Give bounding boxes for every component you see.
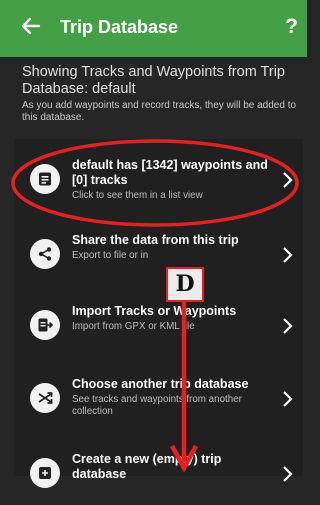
- choose-database-item[interactable]: Choose another trip database See tracks …: [14, 366, 303, 430]
- shuffle-icon: [30, 383, 60, 413]
- help-icon[interactable]: ?: [285, 15, 298, 39]
- options-card: default has [1342] waypoints and [0] tra…: [14, 139, 303, 488]
- chevron-right-icon: [283, 318, 293, 334]
- annotation-label-box: D: [166, 267, 204, 302]
- list-icon: [30, 164, 60, 194]
- create-database-item[interactable]: Create a new (empty) trip database: [14, 441, 303, 505]
- info-subtext: As you add waypoints and record tracks, …: [22, 100, 297, 123]
- item-title: default has [1342] waypoints and [0] tra…: [72, 158, 268, 187]
- share-data-item[interactable]: Share the data from this trip Export to …: [14, 222, 303, 286]
- import-item[interactable]: Import Tracks or Waypoints Import from G…: [14, 293, 303, 357]
- add-icon: [30, 458, 60, 488]
- chevron-right-icon: [283, 247, 293, 263]
- item-title: Create a new (empty) trip database: [72, 452, 222, 481]
- item-subtitle: Export to file or in: [72, 250, 149, 261]
- database-info: Showing Tracks and Waypoints from Trip D…: [22, 64, 304, 124]
- app-bar: Trip Database ?: [0, 0, 307, 57]
- item-title: Share the data from this trip: [72, 233, 239, 247]
- import-icon: [30, 310, 60, 340]
- back-arrow-icon[interactable]: [19, 14, 43, 38]
- item-title: Import Tracks or Waypoints: [72, 304, 237, 318]
- item-subtitle: Click to see them in a list view: [72, 190, 203, 201]
- list-waypoints-item[interactable]: default has [1342] waypoints and [0] tra…: [14, 147, 303, 211]
- chevron-right-icon: [283, 466, 293, 482]
- item-subtitle: See tracks and waypoints from another co…: [72, 394, 242, 417]
- chevron-right-icon: [283, 391, 293, 407]
- chevron-right-icon: [283, 172, 293, 188]
- page-title: Trip Database: [60, 17, 179, 37]
- item-title: Choose another trip database: [72, 377, 249, 391]
- share-icon: [30, 239, 60, 269]
- info-text: Showing Tracks and Waypoints from Trip D…: [22, 64, 285, 97]
- item-subtitle: Import from GPX or KML file: [72, 321, 195, 332]
